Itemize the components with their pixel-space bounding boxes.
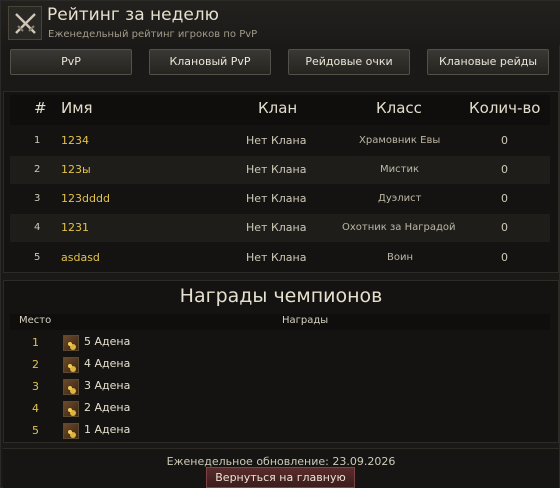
table-row[interactable]: 2 123ы Нет Клана Мистик 0	[10, 156, 550, 184]
count-cell: 0	[501, 251, 508, 264]
reward-place: 2	[32, 358, 39, 371]
table-row[interactable]: 1 1234 Нет Клана Храмовник Евы 0	[10, 127, 550, 155]
reward-text: 2 Адена	[84, 401, 131, 414]
class-cell: Мистик	[380, 164, 419, 175]
clan-cell: Нет Клана	[246, 221, 307, 234]
crossed-swords-icon	[8, 6, 42, 40]
reward-row: 1 5 Адена	[10, 332, 550, 354]
reward-text: 4 Адена	[84, 357, 131, 370]
player-name[interactable]: 1234	[61, 127, 89, 155]
count-cell: 0	[501, 221, 508, 234]
column-header-class: Класс	[376, 99, 422, 117]
class-cell: Храмовник Евы	[359, 135, 441, 146]
count-cell: 0	[501, 192, 508, 205]
player-name[interactable]: 1231	[61, 214, 89, 242]
player-name[interactable]: 123ы	[61, 156, 91, 184]
class-cell: Воин	[387, 252, 414, 263]
clan-cell: Нет Клана	[246, 251, 307, 264]
player-name[interactable]: asdasd	[61, 244, 100, 272]
reward-text: 3 Адена	[84, 379, 131, 392]
reward-place: 1	[32, 336, 39, 349]
adena-coins-icon	[63, 357, 79, 373]
column-header-name: Имя	[61, 99, 93, 117]
adena-coins-icon	[63, 379, 79, 395]
clan-cell: Нет Клана	[246, 163, 307, 176]
adena-coins-icon	[63, 423, 79, 439]
column-header-place: Место	[19, 315, 52, 326]
reward-row: 5 1 Адена	[10, 420, 550, 442]
rank-cell: 5	[34, 252, 41, 263]
rewards-title: Награды чемпионов	[179, 285, 383, 307]
rating-window: Рейтинг за неделю Еженедельный рейтинг и…	[0, 0, 560, 488]
table-row[interactable]: 4 1231 Нет Клана Охотник за Наградой 0	[10, 214, 550, 242]
reward-place: 5	[32, 424, 39, 437]
clan-cell: Нет Клана	[246, 192, 307, 205]
window-header: Рейтинг за неделю Еженедельный рейтинг и…	[1, 1, 560, 45]
back-to-main-button[interactable]: Вернуться на главную	[206, 467, 355, 488]
rank-cell: 4	[34, 222, 41, 233]
rank-cell: 3	[34, 193, 41, 204]
tab-clan-raids[interactable]: Клановые рейды	[427, 49, 549, 75]
rewards-table-header	[10, 314, 550, 330]
reward-place: 4	[32, 402, 39, 415]
reward-row: 4 2 Адена	[10, 398, 550, 420]
tab-raid-points[interactable]: Рейдовые очки	[288, 49, 410, 75]
column-header-count: Колич-во	[469, 99, 541, 117]
reward-row: 2 4 Адена	[10, 354, 550, 376]
class-cell: Охотник за Наградой	[342, 222, 456, 233]
adena-coins-icon	[63, 335, 79, 351]
tab-clan-pvp[interactable]: Клановый PvP	[149, 49, 271, 75]
adena-coins-icon	[63, 401, 79, 417]
window-subtitle: Еженедельный рейтинг игроков по PvP	[48, 29, 258, 40]
table-row[interactable]: 5 asdasd Нет Клана Воин 0	[10, 244, 550, 272]
reward-text: 1 Адена	[84, 423, 131, 436]
rank-cell: 1	[34, 135, 41, 146]
column-header-rewards: Награды	[282, 315, 329, 326]
window-title: Рейтинг за неделю	[47, 5, 219, 25]
reward-row: 3 3 Адена	[10, 376, 550, 398]
rank-cell: 2	[34, 164, 41, 175]
count-cell: 0	[501, 163, 508, 176]
tab-pvp[interactable]: PvP	[10, 49, 132, 75]
reward-place: 3	[32, 380, 39, 393]
table-row[interactable]: 3 123dddd Нет Клана Дуэлист 0	[10, 185, 550, 213]
count-cell: 0	[501, 134, 508, 147]
reward-text: 5 Адена	[84, 335, 131, 348]
column-header-rank: #	[34, 99, 47, 117]
class-cell: Дуэлист	[378, 193, 422, 204]
player-name[interactable]: 123dddd	[61, 185, 110, 213]
clan-cell: Нет Клана	[246, 134, 307, 147]
column-header-clan: Клан	[258, 99, 298, 117]
